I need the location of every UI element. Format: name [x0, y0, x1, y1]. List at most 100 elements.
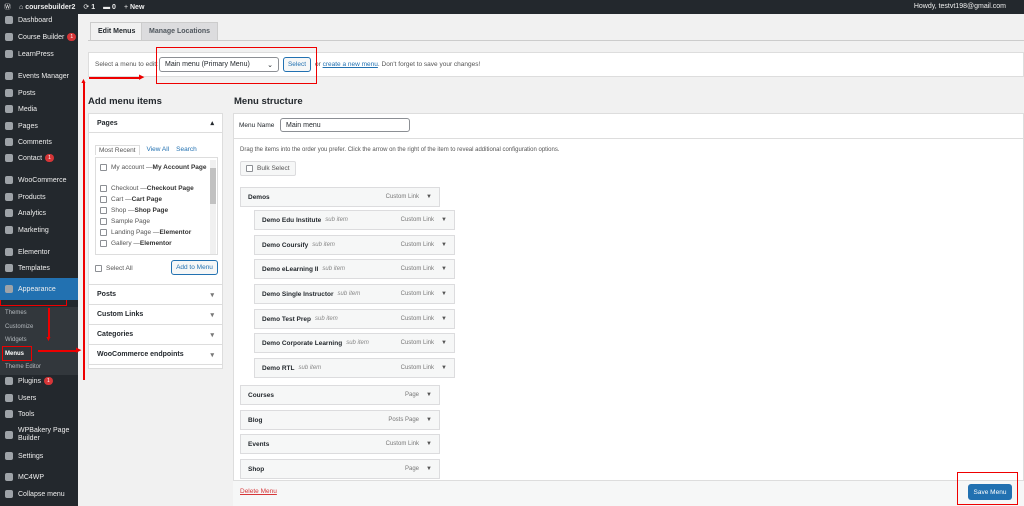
caret-down-icon[interactable]: ▼: [426, 441, 432, 447]
submenu-themes[interactable]: Themes: [5, 310, 27, 316]
submenu-customize[interactable]: Customize: [5, 324, 33, 330]
menu-item[interactable]: Demo RTL sub item Custom Link ▼: [254, 358, 455, 378]
menu-item[interactable]: Shop Page ▼: [240, 459, 440, 479]
sidebar-item-tools[interactable]: Tools: [0, 406, 78, 422]
tab-edit-menus[interactable]: Edit Menus: [90, 22, 144, 40]
caret-down-icon[interactable]: ▼: [426, 194, 432, 200]
page-checkbox[interactable]: Sample Page: [100, 218, 150, 225]
menu-item[interactable]: Demos Custom Link ▼: [240, 187, 440, 207]
comments-link[interactable]: ▬ 0: [103, 4, 116, 11]
wpbakery-icon: [5, 431, 13, 439]
count-badge: 1: [43, 377, 53, 385]
create-new-menu-link[interactable]: create a new menu: [323, 61, 378, 68]
sidebar-item-woocommerce[interactable]: WooCommerce: [0, 172, 78, 188]
sidebar-item-plugins[interactable]: Plugins 1: [0, 373, 78, 389]
sidebar-item-mc4wp[interactable]: MC4WP: [0, 469, 78, 485]
menu-item[interactable]: Demo eLearning II sub item Custom Link ▼: [254, 259, 455, 279]
caret-down-icon[interactable]: ▼: [441, 242, 447, 248]
site-name-link[interactable]: ⌂ coursebuilder2: [19, 4, 75, 11]
caret-down-icon: ▾: [210, 291, 214, 299]
menu-item[interactable]: Blog Posts Page ▼: [240, 410, 440, 430]
menu-item[interactable]: Events Custom Link ▼: [240, 434, 440, 454]
accordion-woocommerce-endpoints[interactable]: WooCommerce endpoints ▾: [89, 345, 222, 365]
sidebar-item-analytics[interactable]: Analytics: [0, 205, 78, 221]
sidebar-item-contact[interactable]: Contact 1: [0, 150, 78, 166]
menu-item[interactable]: Demo Test Prep sub item Custom Link ▼: [254, 309, 455, 329]
sidebar-item-users[interactable]: Users: [0, 390, 78, 406]
sidebar-item-media[interactable]: Media: [0, 101, 78, 117]
admin-bar: Ⓦ ⌂ coursebuilder2 ⟳ 1 ▬ 0 + New Howdy, …: [0, 0, 1024, 14]
menu-item[interactable]: Demo Edu Institute sub item Custom Link ▼: [254, 210, 455, 230]
page-checkbox[interactable]: Checkout — Checkout Page: [100, 185, 194, 192]
menu-item[interactable]: Demo Single Instructor sub item Custom Lin…: [254, 284, 455, 304]
caret-down-icon[interactable]: ▼: [441, 340, 447, 346]
submenu-widgets[interactable]: Widgets: [5, 337, 27, 343]
submenu-theme-editor[interactable]: Theme Editor: [5, 364, 41, 370]
sidebar-item-comments[interactable]: Comments: [0, 134, 78, 150]
sidebar-item-dashboard[interactable]: Dashboard: [0, 12, 78, 28]
page-checkbox[interactable]: Cart — Cart Page: [100, 196, 162, 203]
caret-down-icon[interactable]: ▼: [426, 392, 432, 398]
caret-down-icon[interactable]: ▼: [441, 217, 447, 223]
arrow-right-icon: ▶: [139, 74, 145, 81]
sidebar-item-learnpress[interactable]: LearnPress: [0, 46, 78, 62]
sidebar-item-settings[interactable]: Settings: [0, 448, 78, 464]
sidebar-item-pages[interactable]: Pages: [0, 118, 78, 134]
comment-icon: [5, 138, 13, 146]
menu-item[interactable]: Demo Corporate Learning sub item Custom Li…: [254, 333, 455, 353]
media-icon: [5, 105, 13, 113]
sidebar-item-appearance[interactable]: Appearance: [0, 278, 78, 300]
caret-down-icon[interactable]: ▼: [441, 291, 447, 297]
accordion-posts[interactable]: Posts ▾: [89, 285, 222, 305]
tab-manage-locations[interactable]: Manage Locations: [141, 22, 219, 40]
arrow-line: [89, 77, 141, 79]
select-all-checkbox[interactable]: Select All: [95, 265, 133, 272]
menu-item[interactable]: Courses Page ▼: [240, 385, 440, 405]
wordpress-logo-icon[interactable]: Ⓦ: [4, 2, 11, 12]
menu-item[interactable]: Demo Coursify sub item Custom Link ▼: [254, 235, 455, 255]
sidebar-item-marketing[interactable]: Marketing: [0, 222, 78, 238]
caret-down-icon[interactable]: ▼: [441, 365, 447, 371]
caret-down-icon[interactable]: ▼: [441, 316, 447, 322]
pages-accordion[interactable]: Pages ▴: [89, 114, 222, 133]
count-badge: 1: [67, 33, 77, 41]
caret-down-icon[interactable]: ▼: [426, 466, 432, 472]
tab-most-recent[interactable]: Most Recent: [95, 145, 140, 155]
new-link[interactable]: + New: [124, 4, 144, 11]
sidebar-item-templates[interactable]: Templates: [0, 260, 78, 276]
sidebar-item-elementor[interactable]: Elementor: [0, 244, 78, 260]
megaphone-icon: [5, 226, 13, 234]
account-link[interactable]: Howdy, testvt198@gmail.com: [914, 3, 1006, 10]
dashboard-icon: [5, 16, 13, 24]
page-checkbox[interactable]: Gallery — Elementor: [100, 240, 172, 247]
sidebar-item-wpbakery-page-builder[interactable]: WPBakery Page Builder: [0, 424, 78, 446]
settings-icon: [5, 452, 13, 460]
sidebar-item-course-builder[interactable]: Course Builder 1: [0, 29, 78, 45]
add-to-menu-button[interactable]: Add to Menu: [171, 260, 218, 275]
bulk-select-button[interactable]: Bulk Select: [240, 161, 296, 176]
delete-menu-link[interactable]: Delete Menu: [240, 488, 277, 495]
submenu-menus[interactable]: Menus: [5, 351, 24, 357]
menu-structure-heading: Menu structure: [234, 96, 303, 107]
tab-search[interactable]: Search: [176, 145, 197, 155]
mail-icon: [5, 154, 13, 162]
menu-name-input[interactable]: Main menu: [280, 118, 410, 132]
caret-down-icon[interactable]: ▼: [441, 266, 447, 272]
page-checkbox[interactable]: Shop — Shop Page: [100, 207, 168, 214]
tab-view-all[interactable]: View All: [147, 145, 170, 155]
accordion-categories[interactable]: Categories ▾: [89, 325, 222, 345]
sidebar-item-products[interactable]: Products: [0, 189, 78, 205]
caret-down-icon[interactable]: ▼: [426, 417, 432, 423]
sidebar-item-collapse-menu[interactable]: Collapse menu: [0, 486, 78, 502]
sidebar-item-events-manager[interactable]: Events Manager: [0, 68, 78, 84]
updates-link[interactable]: ⟳ 1: [83, 3, 95, 11]
scrollbar[interactable]: [210, 160, 216, 254]
course-builder-icon: [5, 33, 13, 41]
arrow-right-icon: ▶: [76, 347, 82, 354]
accordion-custom-links[interactable]: Custom Links ▾: [89, 305, 222, 325]
arrow-down-icon: ▼: [45, 336, 52, 343]
sidebar-item-posts[interactable]: Posts: [0, 85, 78, 101]
caret-down-icon: ▾: [210, 331, 214, 339]
page-checkbox[interactable]: My account — My Account Page: [100, 164, 210, 171]
page-checkbox[interactable]: Landing Page — Elementor: [100, 229, 191, 236]
